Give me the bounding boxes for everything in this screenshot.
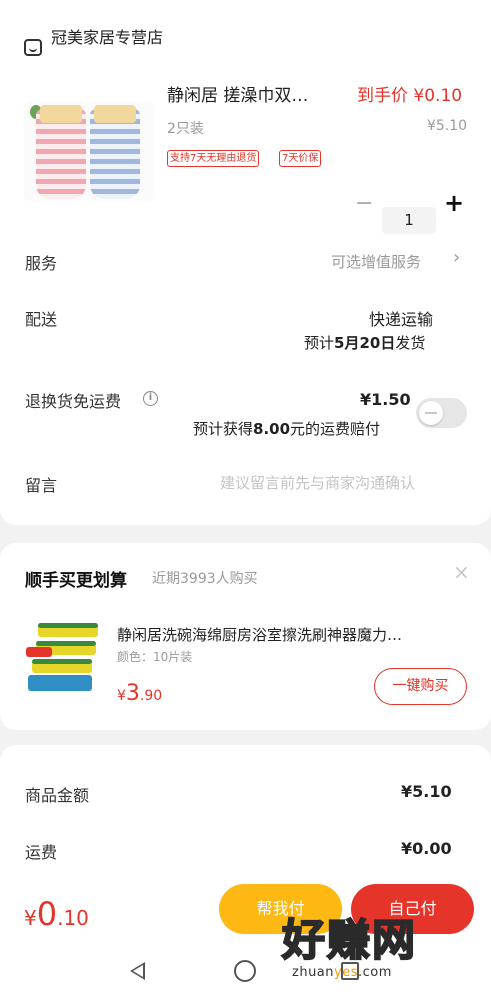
recommend-item-spec: 颜色：10片装 xyxy=(117,650,193,664)
original-price: ¥5.10 xyxy=(427,118,468,134)
shipping-label: 运费 xyxy=(25,843,58,862)
close-icon[interactable]: × xyxy=(453,560,470,584)
recommend-title: 顺手买更划算 xyxy=(25,571,127,591)
return-insurance-label: 退换货免运费 xyxy=(25,392,122,411)
info-icon[interactable]: i xyxy=(143,391,158,406)
quantity-input[interactable]: 1 xyxy=(382,207,436,234)
nav-home-icon[interactable] xyxy=(234,960,256,982)
delivery-estimate: 预计5月20日发货 xyxy=(304,334,426,352)
return-insurance-note: 预计获得8.00元的运费赔付 xyxy=(193,420,381,438)
return-insurance-price: ¥1.50 xyxy=(360,390,411,409)
watermark-text: 好赚网 xyxy=(281,916,417,966)
goods-amount-value: ¥5.10 xyxy=(401,782,452,801)
one-click-buy-button[interactable]: 一键购买 xyxy=(374,668,467,705)
product-image[interactable] xyxy=(24,101,154,201)
sponge-image[interactable] xyxy=(26,617,101,694)
service-label: 服务 xyxy=(25,254,58,273)
final-price: 到手价 ¥0.10 xyxy=(357,86,463,106)
total-price: ¥0.10 xyxy=(24,895,89,933)
store-name[interactable]: 冠美家居专营店 xyxy=(51,24,163,48)
product-spec[interactable]: 2只装 xyxy=(167,118,204,138)
return-insurance-toggle[interactable] xyxy=(416,398,467,428)
nav-recent-apps-icon[interactable] xyxy=(341,962,359,980)
chevron-right-icon[interactable]: › xyxy=(453,247,460,268)
recommend-subtitle: 近期3993人购买 xyxy=(152,571,258,587)
quantity-minus-button[interactable]: − xyxy=(355,191,373,216)
goods-amount-label: 商品金额 xyxy=(25,786,90,805)
product-title[interactable]: 静闲居 搓澡巾双… xyxy=(167,81,308,106)
return-policy-tag: 支持7天无理由退货 xyxy=(167,150,260,167)
store-icon[interactable] xyxy=(24,39,42,56)
delivery-method[interactable]: 快递运输 xyxy=(369,306,433,330)
service-value[interactable]: 可选增值服务 xyxy=(331,251,421,272)
price-protection-tag: 7天价保 xyxy=(279,150,322,167)
nav-back-icon[interactable] xyxy=(130,962,145,980)
recommend-price: ¥3.90 xyxy=(117,681,163,706)
message-input[interactable]: 建议留言前先与商家沟通确认 xyxy=(220,472,415,493)
pink-bath-mitt xyxy=(36,105,86,199)
delivery-label: 配送 xyxy=(25,310,58,329)
message-label: 留言 xyxy=(25,476,58,495)
quantity-plus-button[interactable]: + xyxy=(444,189,464,217)
shipping-value: ¥0.00 xyxy=(401,839,452,858)
watermark-logo: 好赚网 zhuanyes.com xyxy=(281,916,482,988)
blue-bath-mitt xyxy=(90,105,140,199)
recommend-item-title[interactable]: 静闲居洗碗海绵厨房浴室擦洗刷神器魔力… xyxy=(117,624,402,645)
